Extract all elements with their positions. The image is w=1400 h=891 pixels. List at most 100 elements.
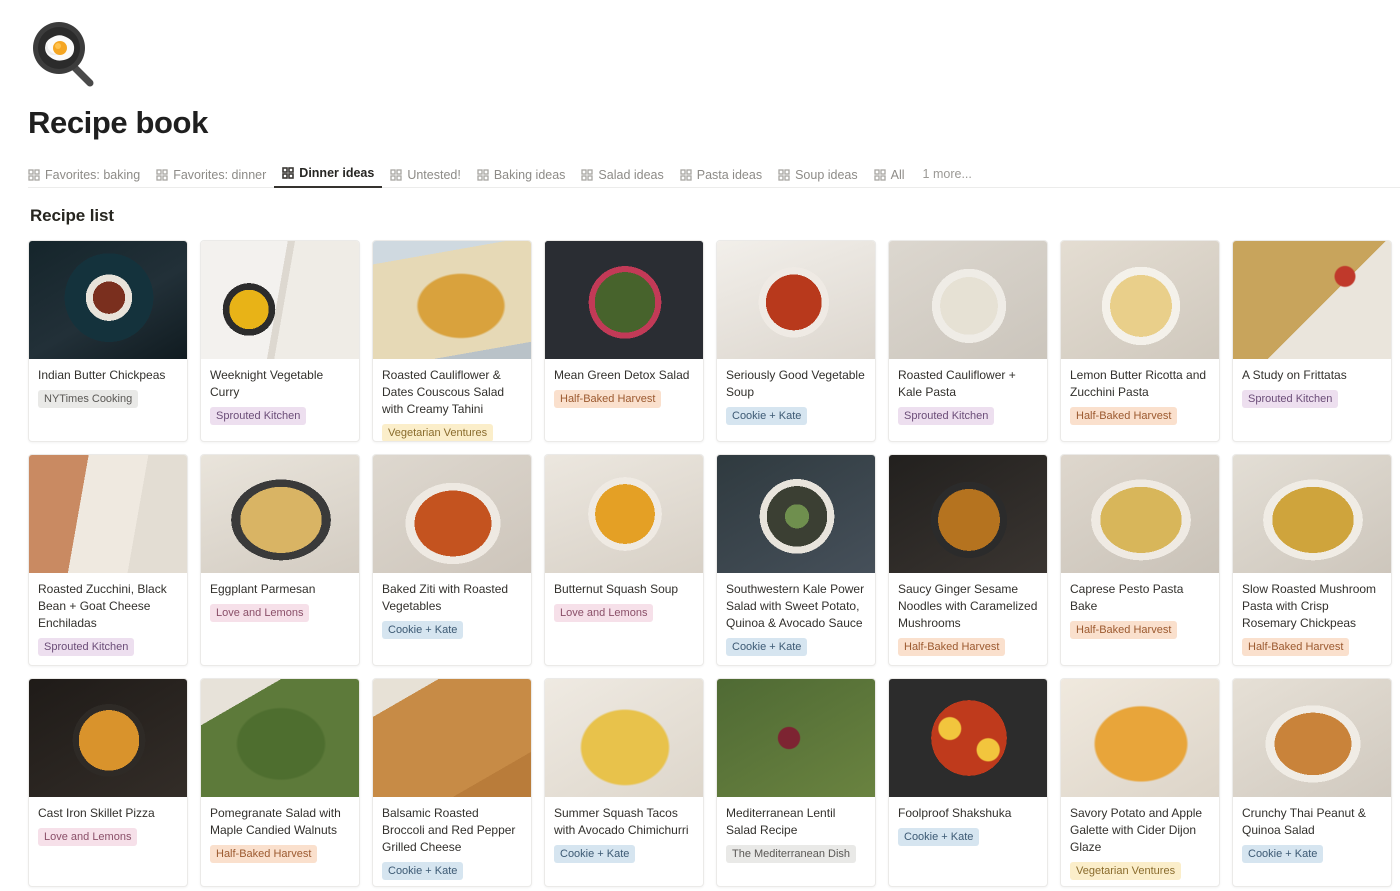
gallery-view-icon bbox=[282, 167, 295, 179]
recipe-source-tag: Cookie + Kate bbox=[382, 862, 464, 881]
recipe-source-tag: Cookie + Kate bbox=[898, 828, 980, 847]
recipe-title: Eggplant Parmesan bbox=[210, 582, 316, 597]
cauliflower-kale-pasta-plate-photo bbox=[889, 241, 1047, 360]
recipe-source-tag: Sprouted Kitchen bbox=[898, 407, 995, 426]
recipe-card[interactable]: Roasted Cauliflower & Dates Couscous Sal… bbox=[372, 240, 532, 443]
dark-bowl-chickpea-rice-photo bbox=[29, 241, 187, 360]
caprese-pesto-pasta-bake-photo bbox=[1061, 455, 1219, 574]
recipe-title: Pomegranate Salad with Maple Candied Wal… bbox=[210, 806, 341, 838]
recipe-title: Foolproof Shakshuka bbox=[898, 806, 1012, 821]
recipe-card[interactable]: Mean Green Detox Salad Half-Baked Harvest bbox=[544, 240, 704, 443]
recipe-card-body: Roasted Cauliflower & Dates Couscous Sal… bbox=[373, 359, 531, 442]
recipe-card[interactable]: Butternut Squash Soup Love and Lemons bbox=[544, 454, 704, 667]
tab-favorites-dinner[interactable]: Favorites: dinner bbox=[148, 168, 274, 188]
recipe-card-body: A Study on Frittatas Sprouted Kitchen bbox=[1233, 359, 1391, 441]
recipe-card[interactable]: Balsamic Roasted Broccoli and Red Pepper… bbox=[372, 678, 532, 888]
gallery-view-icon bbox=[477, 169, 489, 181]
fried-egg-pan-icon bbox=[28, 14, 106, 92]
eggplant-parmesan-dish-photo bbox=[201, 455, 359, 574]
recipe-source-tag: Sprouted Kitchen bbox=[38, 638, 135, 657]
recipe-card-body: Cast Iron Skillet Pizza Love and Lemons bbox=[29, 797, 187, 886]
recipe-card[interactable]: Baked Ziti with Roasted Vegetables Cookie… bbox=[372, 454, 532, 667]
recipe-card-body: Mean Green Detox Salad Half-Baked Harvest bbox=[545, 359, 703, 441]
tab-favorites-baking[interactable]: Favorites: baking bbox=[28, 168, 148, 188]
recipe-card[interactable]: Foolproof Shakshuka Cookie + Kate bbox=[888, 678, 1048, 888]
recipe-title: A Study on Frittatas bbox=[1242, 368, 1347, 383]
gallery-view-icon bbox=[390, 169, 402, 181]
recipe-card[interactable]: Caprese Pesto Pasta Bake Half-Baked Harve… bbox=[1060, 454, 1220, 667]
recipe-card[interactable]: Lemon Butter Ricotta and Zucchini Pasta H… bbox=[1060, 240, 1220, 443]
tabs-more-button[interactable]: 1 more... bbox=[913, 167, 980, 187]
recipe-card[interactable]: Mediterranean Lentil Salad Recipe The Med… bbox=[716, 678, 876, 888]
recipe-title: Indian Butter Chickpeas bbox=[38, 368, 166, 383]
gallery-view-icon bbox=[156, 169, 168, 181]
recipe-source-tag: Cookie + Kate bbox=[382, 621, 464, 640]
butternut-squash-soup-bowl-photo bbox=[545, 455, 703, 574]
recipe-card-body: Saucy Ginger Sesame Noodles with Caramel… bbox=[889, 573, 1047, 665]
recipe-card[interactable]: A Study on Frittatas Sprouted Kitchen bbox=[1232, 240, 1392, 443]
lentil-salad-pomegranate-photo bbox=[717, 679, 875, 798]
recipe-title: Baked Ziti with Roasted Vegetables bbox=[382, 582, 509, 614]
recipe-card[interactable]: Roasted Zucchini, Black Bean + Goat Chee… bbox=[28, 454, 188, 667]
skillet-pizza-photo bbox=[29, 679, 187, 798]
recipe-source-tag: Half-Baked Harvest bbox=[1242, 638, 1350, 657]
recipe-title: Saucy Ginger Sesame Noodles with Caramel… bbox=[898, 582, 1038, 631]
recipe-card[interactable]: Pomegranate Salad with Maple Candied Wal… bbox=[200, 678, 360, 888]
recipe-card[interactable]: Southwestern Kale Power Salad with Sweet… bbox=[716, 454, 876, 667]
recipe-card[interactable]: Weeknight Vegetable Curry Sprouted Kitche… bbox=[200, 240, 360, 443]
recipe-gallery: Indian Butter Chickpeas NYTimes Cooking We… bbox=[28, 240, 1400, 888]
recipe-title: Southwestern Kale Power Salad with Sweet… bbox=[726, 582, 865, 631]
recipe-title: Summer Squash Tacos with Avocado Chimich… bbox=[554, 806, 689, 838]
tab-label: Untested! bbox=[407, 168, 461, 183]
tab-label: Favorites: dinner bbox=[173, 168, 267, 183]
recipe-card[interactable]: Seriously Good Vegetable Soup Cookie + Ka… bbox=[716, 240, 876, 443]
recipe-source-tag: Sprouted Kitchen bbox=[1242, 390, 1339, 409]
recipe-card[interactable]: Saucy Ginger Sesame Noodles with Caramel… bbox=[888, 454, 1048, 667]
recipe-title: Butternut Squash Soup bbox=[554, 582, 679, 597]
recipe-card-body: Slow Roasted Mushroom Pasta with Crisp R… bbox=[1233, 573, 1391, 665]
frittata-slice-tomato-photo bbox=[1233, 241, 1391, 360]
recipe-card[interactable]: Eggplant Parmesan Love and Lemons bbox=[200, 454, 360, 667]
recipe-card[interactable]: Savory Potato and Apple Galette with Cid… bbox=[1060, 678, 1220, 888]
recipe-source-tag: Cookie + Kate bbox=[554, 845, 636, 864]
recipe-source-tag: Half-Baked Harvest bbox=[554, 390, 662, 409]
tab-label: Baking ideas bbox=[493, 168, 566, 183]
recipe-source-tag: Half-Baked Harvest bbox=[210, 845, 318, 864]
recipe-title: Caprese Pesto Pasta Bake bbox=[1070, 582, 1184, 614]
tab-all[interactable]: All bbox=[866, 168, 913, 188]
recipe-card[interactable]: Indian Butter Chickpeas NYTimes Cooking bbox=[28, 240, 188, 443]
recipe-card-body: Pomegranate Salad with Maple Candied Wal… bbox=[201, 797, 359, 886]
recipe-card-body: Crunchy Thai Peanut & Quinoa Salad Cookie… bbox=[1233, 797, 1391, 886]
recipe-title: Crunchy Thai Peanut & Quinoa Salad bbox=[1242, 806, 1366, 838]
tab-label: Favorites: baking bbox=[45, 168, 141, 183]
sesame-noodles-bowl-photo bbox=[889, 455, 1047, 574]
recipe-source-tag: Half-Baked Harvest bbox=[1070, 621, 1178, 640]
recipe-card-body: Roasted Zucchini, Black Bean + Goat Chee… bbox=[29, 573, 187, 665]
recipe-title: Seriously Good Vegetable Soup bbox=[726, 368, 865, 400]
recipe-source-tag: Cookie + Kate bbox=[726, 638, 808, 657]
recipe-card[interactable]: Summer Squash Tacos with Avocado Chimich… bbox=[544, 678, 704, 888]
enchilada-rolling-hands-photo bbox=[29, 455, 187, 574]
recipe-source-tag: Vegetarian Ventures bbox=[382, 424, 494, 442]
recipe-card[interactable]: Crunchy Thai Peanut & Quinoa Salad Cookie… bbox=[1232, 678, 1392, 888]
tab-pasta-ideas[interactable]: Pasta ideas bbox=[672, 168, 770, 188]
recipe-card[interactable]: Cast Iron Skillet Pizza Love and Lemons bbox=[28, 678, 188, 888]
recipe-card[interactable]: Slow Roasted Mushroom Pasta with Crisp R… bbox=[1232, 454, 1392, 667]
tab-untested[interactable]: Untested! bbox=[382, 168, 469, 188]
recipe-card-body: Indian Butter Chickpeas NYTimes Cooking bbox=[29, 359, 187, 441]
tab-soup-ideas[interactable]: Soup ideas bbox=[770, 168, 866, 188]
tab-salad-ideas[interactable]: Salad ideas bbox=[573, 168, 671, 188]
tab-baking-ideas[interactable]: Baking ideas bbox=[469, 168, 574, 188]
potato-apple-galette-photo bbox=[1061, 679, 1219, 798]
couscous-salad-tray-photo bbox=[373, 241, 531, 360]
recipe-source-tag: NYTimes Cooking bbox=[38, 390, 139, 409]
recipe-card[interactable]: Roasted Cauliflower + Kale Pasta Sprouted… bbox=[888, 240, 1048, 443]
baked-ziti-casserole-photo bbox=[373, 455, 531, 574]
mushroom-pasta-bowl-photo bbox=[1233, 455, 1391, 574]
recipe-card-body: Weeknight Vegetable Curry Sprouted Kitche… bbox=[201, 359, 359, 441]
tab-dinner-ideas[interactable]: Dinner ideas bbox=[274, 166, 383, 189]
recipe-title: Savory Potato and Apple Galette with Cid… bbox=[1070, 806, 1203, 855]
recipe-title: Roasted Zucchini, Black Bean + Goat Chee… bbox=[38, 582, 167, 631]
recipe-title: Cast Iron Skillet Pizza bbox=[38, 806, 155, 821]
recipe-source-tag: Half-Baked Harvest bbox=[898, 638, 1006, 657]
